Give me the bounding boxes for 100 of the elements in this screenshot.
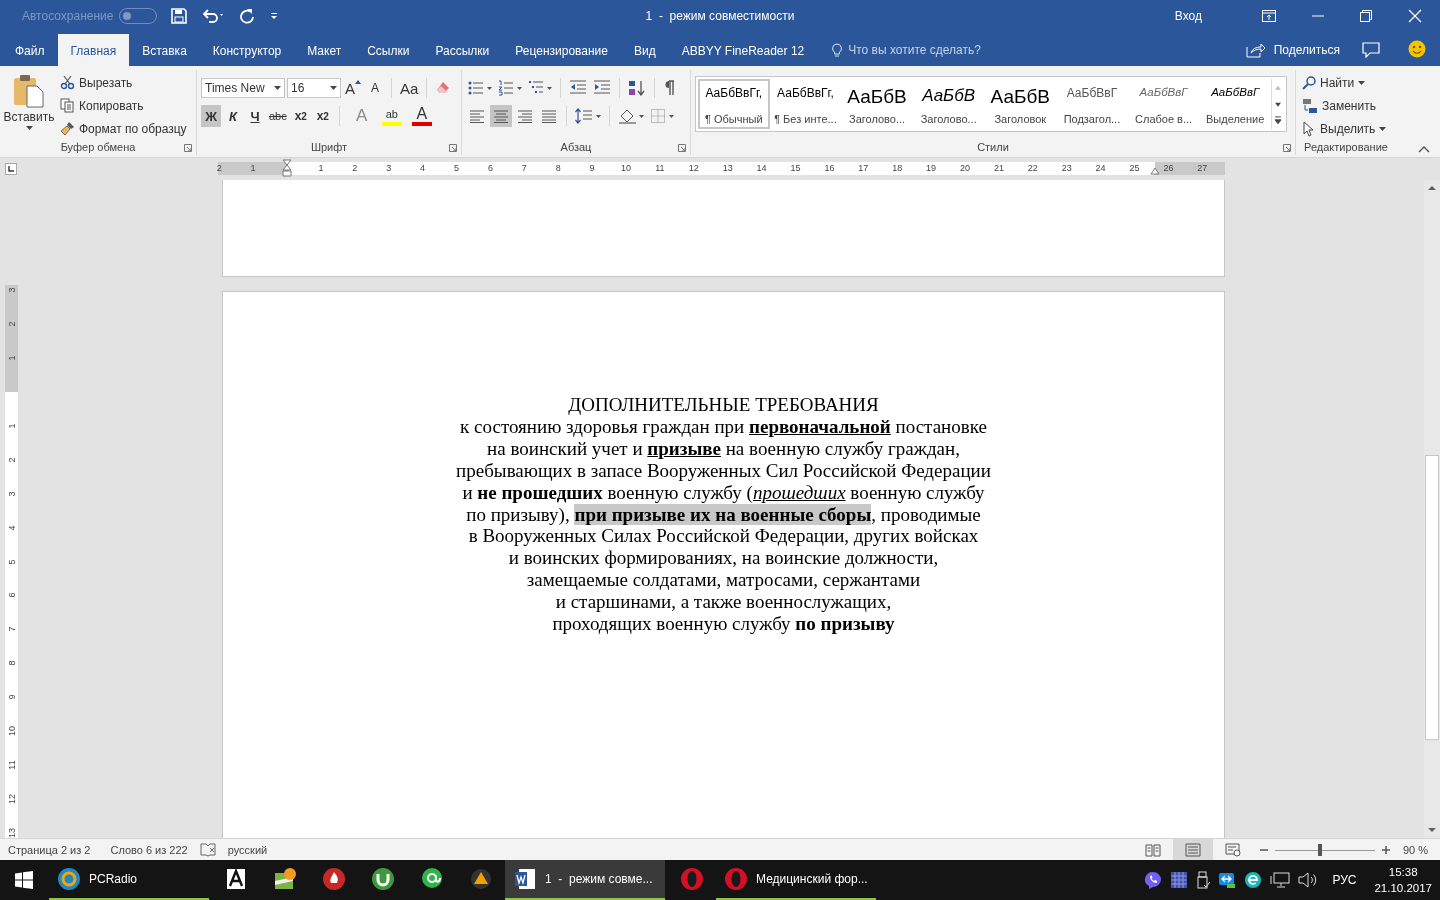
collapse-ribbon-icon[interactable] [1418,145,1430,153]
page-count[interactable]: Страница 2 из 2 [8,843,91,856]
ribbon-display-options-icon[interactable] [1262,10,1276,22]
proofing-icon[interactable] [199,842,216,857]
bold-button[interactable]: Ж [201,105,221,127]
dialog-launcher-icon[interactable] [449,144,457,152]
smiley-icon[interactable] [1408,40,1426,58]
network-icon[interactable] [1270,871,1291,889]
underline-button[interactable]: Ч [245,105,265,127]
ruler-number: 1 [318,162,324,175]
language-indicator[interactable]: русский [227,843,268,856]
paste-button[interactable]: Вставить [4,70,54,139]
remote-desktop-icon[interactable] [1218,871,1237,889]
select-button[interactable]: Выделить [1302,119,1392,138]
style-item[interactable]: АаБбВвГг, ¶ Обычный [698,79,770,129]
style-item[interactable]: АаБбВвГ Подзагол... [1056,79,1128,129]
copy-button[interactable]: Копировать [60,96,187,115]
document-line: к состоянию здоровья граждан при первоначальной постановке [459,415,988,438]
close-icon[interactable] [1408,9,1422,23]
zoom-slider[interactable] [1274,842,1375,857]
taskbar-button[interactable]: Медицинский фор... [716,860,876,900]
lightbulb-icon [831,42,844,58]
word-count[interactable]: Слово 6 из 222 [110,843,188,856]
ribbon-tab[interactable]: Конструктор [199,34,295,66]
style-item[interactable]: АаБбВ Заголово... [841,79,913,129]
ribbon-tab[interactable]: Макет [294,34,355,66]
increase-indent-icon[interactable] [593,80,611,96]
replace-icon [1302,97,1318,114]
dialog-launcher-icon[interactable] [678,144,686,152]
ribbon-tab[interactable]: Вставка [129,34,200,66]
font-size-dropdown[interactable]: 16 [287,78,341,98]
ruler-number: 2 [5,320,18,329]
highlight-button[interactable]: ab [381,106,402,126]
caret-icon [25,126,33,130]
line-spacing-icon[interactable] [575,108,601,124]
ribbon-tab[interactable]: Вид [621,34,669,66]
find-button[interactable]: Найти [1302,73,1392,92]
multilevel-list-icon[interactable] [528,80,552,96]
style-item[interactable]: АаБбВвГ Выделение [1199,79,1271,129]
grid-icon[interactable] [1170,871,1189,889]
shrink-font-button[interactable]: A [365,77,385,99]
decrease-indent-icon[interactable] [569,80,587,96]
ribbon-tab[interactable]: Рецензирование [502,34,621,66]
tab-selector-icon[interactable] [5,163,17,175]
ring-o-icon [679,867,704,891]
change-case-button[interactable]: Aa [398,77,421,99]
usb-drive-icon[interactable] [1196,871,1211,889]
antivirus-icon[interactable] [1244,871,1263,889]
ruler-number: 6 [487,162,493,175]
sign-in-link[interactable]: Вход [1174,9,1202,23]
dialog-launcher-icon[interactable] [184,144,192,152]
right-indent-marker-icon[interactable] [1150,167,1160,175]
sort-icon[interactable] [628,80,646,96]
cut-button[interactable]: Вырезать [60,73,187,92]
clock[interactable]: 15:38 21.10.2017 [1374,864,1432,896]
style-item[interactable]: АаБбВвГ Слабое в... [1127,79,1200,129]
strikethrough-button[interactable]: abc [267,105,289,127]
redo-icon[interactable] [239,8,256,24]
vertical-scrollbar[interactable] [1424,180,1440,838]
comment-icon[interactable] [1362,42,1380,58]
ribbon-tab[interactable]: ABBYY FineReader 12 [668,34,818,66]
ruler-number: 10 [621,162,631,175]
replace-button[interactable]: Заменить [1302,96,1392,115]
ribbon-tab[interactable]: Ссылки [354,34,423,66]
print-layout-icon[interactable] [1172,839,1213,860]
customize-toolbar-icon[interactable] [269,11,280,21]
taskbar-button[interactable]: PCRadio [49,860,209,900]
save-icon[interactable] [171,8,188,24]
share-button[interactable]: Поделиться [1245,34,1340,66]
ruler-number: 4 [5,524,18,533]
restore-icon[interactable] [1360,10,1372,22]
style-item[interactable]: АаБбВ Заголовок [984,79,1057,129]
font-color-button[interactable]: A [411,106,432,126]
taskbar-button[interactable]: 1 - режим совме... [505,860,665,900]
ribbon-tab[interactable]: Главная [57,34,130,66]
grow-font-button[interactable]: A [343,77,363,99]
dialog-launcher-icon[interactable] [1283,144,1291,152]
up-triangle-icon [355,80,361,84]
eraser-icon[interactable] [435,80,452,96]
volume-icon[interactable] [1298,871,1319,889]
tell-me-field[interactable]: Что вы хотите сделать? [848,43,1029,57]
shading-icon[interactable] [618,108,644,124]
windows-start-icon[interactable] [15,871,33,889]
ribbon-tab[interactable]: Рассылки [422,34,503,66]
format-painter-button[interactable]: Формат по образцу [60,119,187,138]
bullet-list-icon[interactable] [468,80,492,96]
input-language-indicator[interactable]: РУС [1332,873,1357,887]
numbered-list-icon[interactable] [498,80,522,96]
align-center-button[interactable] [490,105,512,127]
phone-bubble-icon[interactable] [1144,871,1163,889]
undo-icon[interactable] [201,8,226,24]
pilcrow-icon[interactable] [663,80,675,96]
ribbon-tab[interactable]: Файл [2,34,58,66]
italic-button[interactable]: К [223,105,243,127]
zoom-in-icon[interactable] [1380,844,1391,855]
zoom-level[interactable]: 90 % [1402,843,1428,856]
style-item[interactable]: АаБбВ Заголово... [912,79,985,129]
ruler-number: 7 [521,162,527,175]
font-name-dropdown[interactable]: Times New [201,78,285,98]
style-item[interactable]: АаБбВвГг, ¶ Без инте... [769,79,842,129]
